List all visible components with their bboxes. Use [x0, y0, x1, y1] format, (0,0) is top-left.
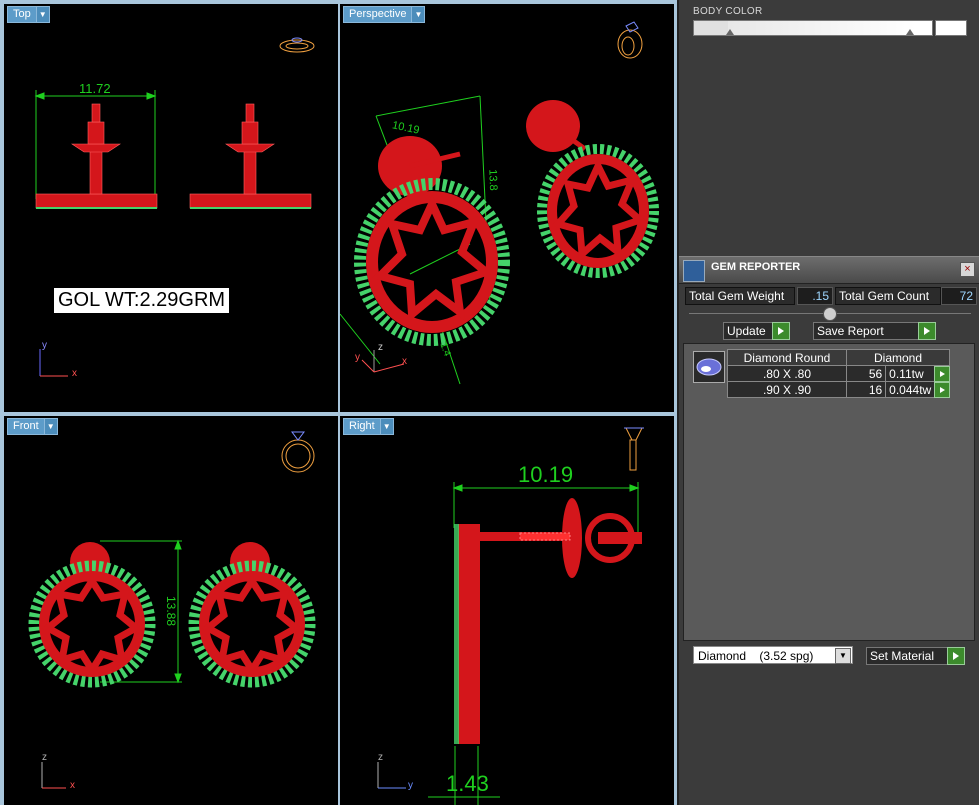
body-color-handle-right[interactable] — [906, 29, 914, 35]
save-report-label: Save Report — [817, 324, 884, 338]
axis-label-z: z — [42, 752, 47, 763]
total-gem-weight-label: Total Gem Weight — [685, 287, 795, 305]
axis-triad-icon — [39, 349, 68, 377]
set-material-label: Set Material — [870, 649, 935, 663]
gem-reporter-header: GEM REPORTER × — [679, 256, 979, 284]
body-color-swatch[interactable] — [935, 20, 967, 36]
gem-size: .80 X .80 — [727, 365, 847, 382]
row-select-button[interactable] — [934, 366, 950, 382]
table-row[interactable]: .90 X .90 16 0.044tw — [727, 381, 950, 398]
ring-preview-icon — [617, 21, 643, 59]
dropdown-arrow-icon[interactable]: ▼ — [380, 418, 394, 435]
axis-label-z: z — [378, 342, 383, 353]
axis-label-y: y — [408, 780, 413, 791]
perspective-view-canvas — [340, 21, 659, 385]
body-color-gradient — [728, 21, 916, 35]
viewport-right[interactable]: Right ▼ 10.19 1.43 z y — [340, 416, 674, 805]
body-color-handle-left[interactable] — [726, 29, 734, 35]
gem-size: .90 X .90 — [727, 381, 847, 398]
dropdown-arrow-icon[interactable]: ▼ — [44, 418, 58, 435]
right-dimension-width: 10.19 — [518, 462, 574, 487]
body-color-slider[interactable] — [693, 20, 933, 36]
gem-thumbnail-icon[interactable] — [693, 351, 725, 383]
play-icon — [772, 322, 790, 340]
save-report-button[interactable]: Save Report — [813, 322, 936, 340]
ring-preview-icon — [624, 427, 644, 471]
front-earring-right — [188, 542, 316, 688]
gem-table-header-shape: Diamond Round — [727, 349, 847, 366]
viewport-name: Front — [7, 418, 45, 435]
update-label: Update — [727, 324, 766, 338]
set-material-button[interactable]: Set Material — [866, 647, 965, 665]
viewport-top[interactable]: Top ▼ 11.72 GOL WT:2.29GRM y x — [4, 4, 338, 412]
perspective-earring-back — [526, 100, 659, 278]
body-color-title: BODY COLOR — [693, 6, 763, 17]
axis-triad-icon — [41, 762, 66, 789]
total-gem-count-label: Total Gem Count — [835, 287, 941, 305]
side-panel: BODY COLOR GEM REPORTER × Total Gem Weig… — [677, 0, 979, 805]
gem-reporter-title: GEM REPORTER — [711, 261, 801, 273]
table-row[interactable]: .80 X .80 56 0.11tw — [727, 365, 950, 382]
top-view-canvas — [34, 37, 315, 377]
axis-label-z: z — [378, 752, 383, 763]
axis-triad-icon — [361, 350, 405, 373]
total-gem-weight-value: .15 — [797, 287, 833, 305]
axis-label-y: y — [355, 352, 360, 363]
viewport-perspective[interactable]: Perspective ▼ 10.19 13.8 1.4 z y x — [340, 4, 674, 412]
gem-count: 56 — [845, 365, 887, 382]
gold-weight-label: GOL WT:2.29GRM — [54, 288, 230, 313]
front-earring-left — [28, 542, 156, 688]
update-button[interactable]: Update — [723, 322, 790, 340]
row-select-button[interactable] — [934, 382, 950, 398]
material-select[interactable]: Diamond (3.52 spg) ▼ — [693, 646, 853, 664]
gem-table-header-type: Diamond — [846, 349, 950, 366]
gem-count: 16 — [845, 381, 887, 398]
dropdown-arrow-icon[interactable]: ▼ — [36, 6, 50, 23]
viewport-label-front[interactable]: Front ▼ — [7, 418, 58, 435]
right-dimension-thickness: 1.43 — [446, 771, 489, 796]
play-icon — [947, 647, 965, 665]
axis-label-x: x — [402, 356, 407, 367]
viewport-name: Perspective — [343, 6, 413, 23]
chevron-down-icon[interactable]: ▼ — [835, 648, 851, 664]
viewport-label-right[interactable]: Right ▼ — [343, 418, 394, 435]
gem-table: Diamond Round Diamond .80 X .80 56 0.11t… — [727, 349, 950, 398]
ring-preview-icon — [279, 37, 315, 53]
axis-triad-icon — [377, 762, 406, 789]
right-earring-profile — [454, 498, 642, 744]
collapse-knob[interactable] — [823, 307, 837, 321]
total-gem-count-value: 72 — [941, 287, 977, 305]
axis-label-y: y — [42, 340, 47, 351]
top-earring-right — [189, 103, 312, 209]
ring-preview-icon — [281, 431, 315, 473]
viewport-label-perspective[interactable]: Perspective ▼ — [343, 6, 426, 23]
material-select-value: Diamond (3.52 spg) — [698, 649, 814, 663]
top-dimension-value: 11.72 — [79, 81, 111, 96]
top-earring-left — [35, 103, 158, 209]
right-view-canvas — [377, 427, 644, 805]
perspective-dimension-b: 13.8 — [486, 169, 500, 191]
viewport-label-top[interactable]: Top ▼ — [7, 6, 50, 23]
play-icon — [918, 322, 936, 340]
close-icon[interactable]: × — [960, 262, 975, 277]
body-color-start-swatch — [694, 21, 729, 35]
viewport-front[interactable]: Front ▼ 13.88 z x — [4, 416, 338, 805]
front-dimension-value: 13.88 — [164, 595, 179, 627]
gem-reporter-icon — [683, 260, 705, 282]
viewport-area: Top ▼ 11.72 GOL WT:2.29GRM y x Perspecti… — [0, 0, 677, 805]
dropdown-arrow-icon[interactable]: ▼ — [412, 6, 426, 23]
axis-label-x: x — [72, 368, 77, 379]
axis-label-x: x — [70, 780, 75, 791]
perspective-earring-front — [354, 136, 510, 346]
viewport-name: Top — [7, 6, 37, 23]
viewport-name: Right — [343, 418, 381, 435]
gem-list-box: Diamond Round Diamond .80 X .80 56 0.11t… — [683, 343, 975, 641]
